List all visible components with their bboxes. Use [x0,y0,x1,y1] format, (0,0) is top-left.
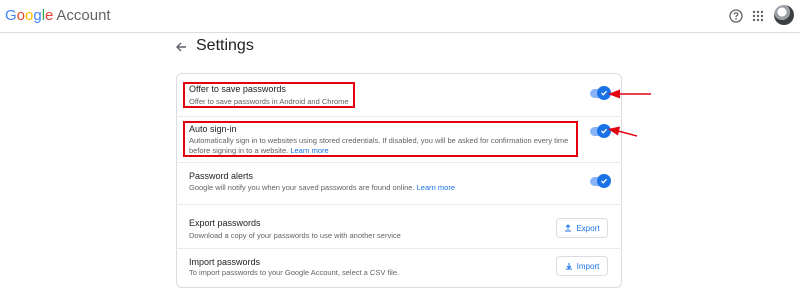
logo-letter: o [16,7,26,24]
password-alerts-desc: Google will notify you when your saved p… [189,183,415,192]
checkmark-icon [597,174,611,188]
export-button-label: Export [576,223,600,233]
row-divider [176,204,622,205]
download-icon [565,263,572,270]
row-divider [176,116,622,117]
password-alerts-learn-more-link[interactable]: Learn more [417,183,455,192]
apps-grid-icon[interactable] [752,10,764,22]
password-alerts-toggle[interactable] [590,174,611,188]
top-bar: Google Account [0,0,800,33]
row-divider [176,248,622,249]
import-button[interactable]: Import [556,256,608,276]
import-button-label: Import [576,261,600,271]
export-title: Export passwords [189,218,261,228]
google-account-logo[interactable]: Google Account [5,7,111,24]
password-alerts-desc-wrap: Google will notify you when your saved p… [189,183,455,193]
export-desc: Download a copy of your passwords to use… [189,231,401,240]
logo-letter: G [5,7,17,24]
import-desc: To import passwords to your Google Accou… [189,268,400,277]
logo-letter: e [45,7,54,24]
annotation-box-offer-save [183,82,355,108]
avatar[interactable] [774,5,794,25]
import-title: Import passwords [189,257,261,267]
export-button[interactable]: Export [556,218,608,238]
upload-icon [565,224,572,232]
logo-letter: g [33,7,42,24]
annotation-arrow-icon [608,126,638,137]
password-alerts-title: Password alerts [189,171,254,181]
annotation-box-auto-signin [183,121,578,157]
page-title: Settings [196,37,254,54]
logo-suffix: Account [56,7,111,24]
help-icon[interactable] [729,9,743,23]
annotation-arrow-icon [608,89,651,99]
row-divider [176,162,622,163]
arrow-left-icon[interactable] [174,40,188,54]
